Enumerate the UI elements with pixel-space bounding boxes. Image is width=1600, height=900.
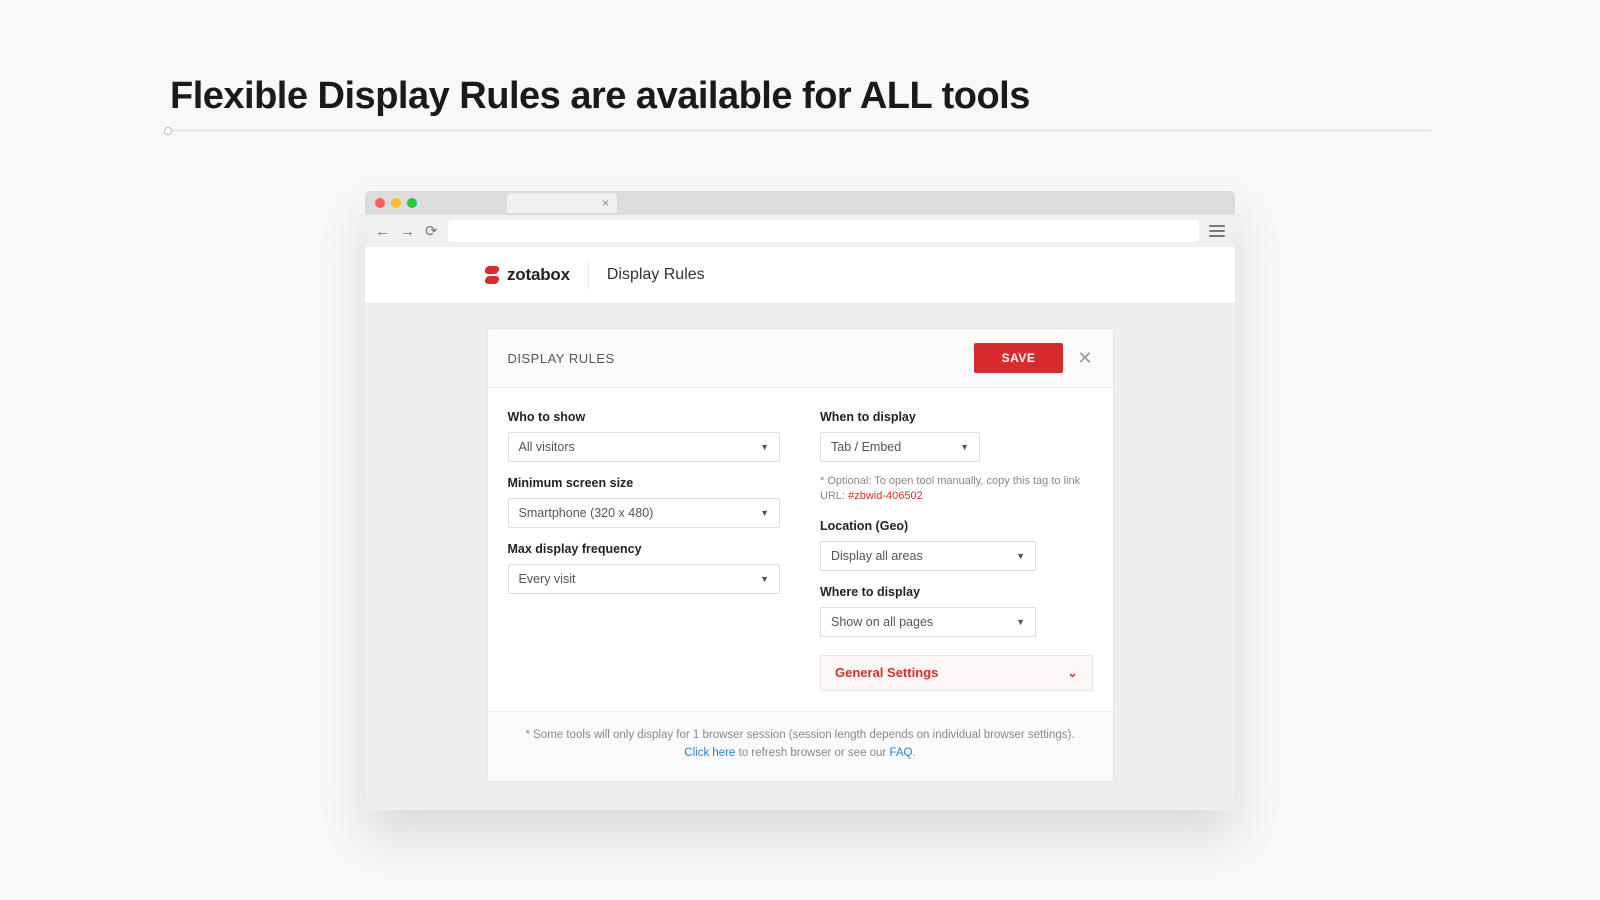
who-to-show-value: All visitors (519, 440, 575, 454)
forward-icon[interactable]: → (400, 224, 415, 239)
back-icon[interactable]: ← (375, 224, 390, 239)
reload-icon[interactable]: ⟳ (425, 224, 438, 239)
location-geo-value: Display all areas (831, 549, 923, 563)
card-header: DISPLAY RULES SAVE ✕ (488, 329, 1113, 388)
when-to-display-label: When to display (820, 410, 1093, 424)
footer-note: * Some tools will only display for 1 bro… (512, 726, 1089, 744)
page-title: Display Rules (607, 266, 705, 284)
min-screen-size-value: Smartphone (320 x 480) (519, 506, 654, 520)
page-headline: Flexible Display Rules are available for… (170, 75, 1430, 118)
browser-toolbar: ← → ⟳ (365, 215, 1235, 247)
chevron-down-icon: ⌄ (1067, 666, 1077, 680)
brand-logo[interactable]: zotabox (483, 265, 570, 285)
who-to-show-label: Who to show (508, 410, 781, 424)
where-to-display-label: Where to display (820, 585, 1093, 599)
when-to-display-select[interactable]: Tab / Embed ▼ (820, 432, 980, 462)
left-column: Who to show All visitors ▼ Minimum scree… (508, 404, 781, 691)
brand-name: zotabox (507, 265, 570, 285)
location-geo-label: Location (Geo) (820, 519, 1093, 533)
when-to-display-value: Tab / Embed (831, 440, 901, 454)
card-footer: * Some tools will only display for 1 bro… (488, 712, 1113, 781)
min-screen-size-select[interactable]: Smartphone (320 x 480) ▼ (508, 498, 781, 528)
window-minimize-dot[interactable] (391, 198, 401, 208)
chevron-down-icon: ▼ (760, 442, 769, 452)
brand-mark-icon (483, 266, 501, 284)
window-close-dot[interactable] (375, 198, 385, 208)
min-screen-size-label: Minimum screen size (508, 476, 781, 490)
address-bar[interactable] (448, 220, 1199, 242)
faq-link[interactable]: FAQ (889, 747, 912, 759)
max-display-frequency-value: Every visit (519, 572, 576, 586)
browser-window: × ← → ⟳ zotabox Display Rules DISPLAY RU… (365, 191, 1235, 810)
refresh-link[interactable]: Click here (684, 747, 735, 759)
work-area: DISPLAY RULES SAVE ✕ Who to show All vis… (365, 304, 1235, 810)
window-traffic-lights (375, 198, 417, 208)
hamburger-icon[interactable] (1209, 225, 1225, 237)
manual-open-hint: * Optional: To open tool manually, copy … (820, 474, 1093, 505)
close-icon[interactable]: ✕ (1077, 348, 1092, 369)
save-button[interactable]: SAVE (974, 343, 1064, 373)
chevron-down-icon: ▼ (760, 574, 769, 584)
headline-underline (170, 130, 1430, 131)
chevron-down-icon: ▼ (760, 508, 769, 518)
max-display-frequency-select[interactable]: Every visit ▼ (508, 564, 781, 594)
where-to-display-select[interactable]: Show on all pages ▼ (820, 607, 1036, 637)
right-column: When to display Tab / Embed ▼ * Optional… (820, 404, 1093, 691)
app-header: zotabox Display Rules (365, 247, 1235, 304)
card-title: DISPLAY RULES (508, 351, 615, 366)
max-display-frequency-label: Max display frequency (508, 542, 781, 556)
browser-tab[interactable]: × (507, 193, 617, 213)
who-to-show-select[interactable]: All visitors ▼ (508, 432, 781, 462)
chevron-down-icon: ▼ (1016, 617, 1025, 627)
location-geo-select[interactable]: Display all areas ▼ (820, 541, 1036, 571)
tab-close-icon[interactable]: × (602, 196, 609, 210)
footer-mid-text: to refresh browser or see our (735, 747, 889, 759)
window-zoom-dot[interactable] (407, 198, 417, 208)
chevron-down-icon: ▼ (1016, 551, 1025, 561)
chevron-down-icon: ▼ (960, 442, 969, 452)
where-to-display-value: Show on all pages (831, 615, 933, 629)
footer-end-text: . (913, 747, 916, 759)
general-settings-label: General Settings (835, 665, 938, 680)
manual-open-tag: #zbwid-406502 (848, 490, 923, 502)
browser-tabbar: × (365, 191, 1235, 215)
header-divider (588, 261, 589, 289)
display-rules-card: DISPLAY RULES SAVE ✕ Who to show All vis… (487, 328, 1114, 782)
general-settings-accordion[interactable]: General Settings ⌄ (820, 655, 1093, 691)
